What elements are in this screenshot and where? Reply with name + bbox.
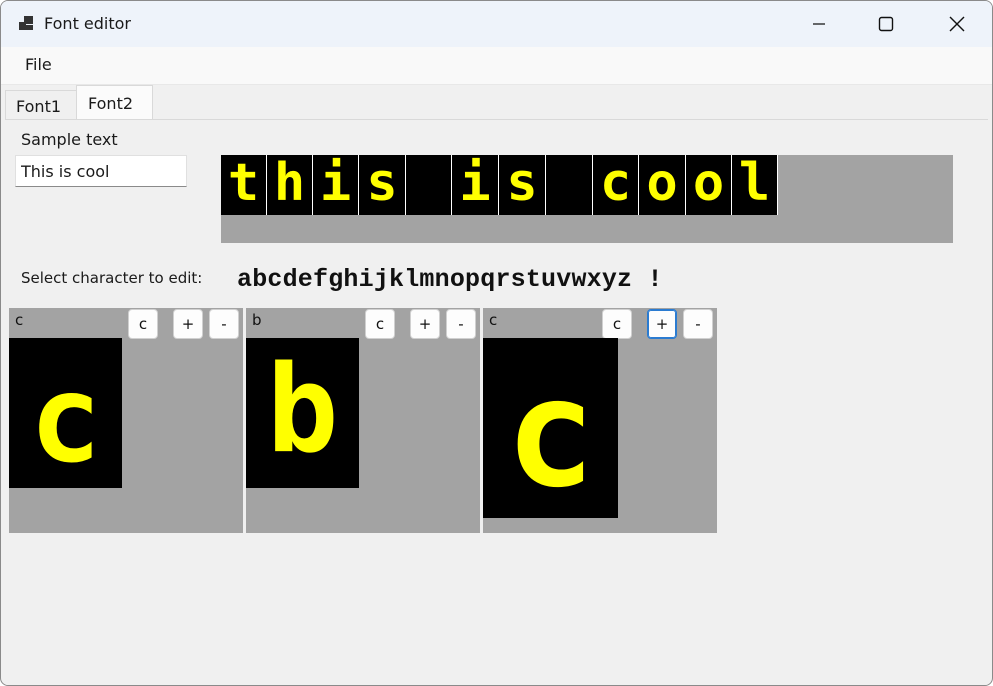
preview-char: t bbox=[221, 155, 267, 215]
close-icon bbox=[949, 16, 965, 32]
sample-preview: t h i s i s c o o l bbox=[221, 155, 953, 243]
tab-label: Font1 bbox=[16, 97, 62, 116]
decrease-size-button[interactable]: - bbox=[209, 309, 239, 339]
glyph-editor-panel: c c + - c bbox=[9, 308, 243, 533]
glyph-canvas[interactable]: b bbox=[246, 338, 359, 488]
tab-font2[interactable]: Font2 bbox=[76, 85, 153, 121]
preview-char: i bbox=[452, 155, 499, 215]
sample-text-input[interactable] bbox=[15, 155, 187, 187]
decrease-size-button[interactable]: - bbox=[446, 309, 476, 339]
clear-button[interactable]: c bbox=[365, 309, 395, 339]
decrease-size-button[interactable]: - bbox=[683, 309, 713, 339]
editor-char-label: c bbox=[15, 311, 24, 329]
glyph-editor-panel: b c + - b bbox=[246, 308, 480, 533]
clear-button[interactable]: c bbox=[128, 309, 158, 339]
preview-char bbox=[406, 155, 452, 215]
increase-size-button[interactable]: + bbox=[173, 309, 203, 339]
minimize-icon bbox=[813, 23, 825, 25]
menu-file[interactable]: File bbox=[17, 55, 60, 74]
window-title: Font editor bbox=[44, 14, 132, 33]
preview-char: l bbox=[732, 155, 778, 215]
tab-strip: Font1 Font2 bbox=[1, 85, 992, 121]
select-character-label: Select character to edit: bbox=[21, 269, 203, 287]
maximize-button[interactable] bbox=[851, 1, 921, 47]
glyph-canvas[interactable]: c bbox=[9, 338, 122, 488]
menu-bar: File bbox=[1, 47, 992, 85]
increase-size-button[interactable]: + bbox=[647, 309, 677, 339]
preview-char: h bbox=[267, 155, 313, 215]
tab-label: Font2 bbox=[88, 94, 134, 113]
minimize-button[interactable] bbox=[784, 1, 854, 47]
font-editor-window: Font editor File Font1 Font2 Sample text… bbox=[0, 0, 993, 686]
preview-char: o bbox=[639, 155, 686, 215]
editor-char-label: c bbox=[489, 311, 498, 329]
close-button[interactable] bbox=[922, 1, 992, 47]
editor-char-label: b bbox=[252, 311, 262, 329]
maximize-icon bbox=[878, 16, 894, 32]
title-bar: Font editor bbox=[1, 1, 992, 47]
preview-char: s bbox=[359, 155, 406, 215]
character-selector[interactable]: abcdefghijklmnopqrstuvwxyz ! bbox=[237, 265, 663, 294]
preview-char: i bbox=[313, 155, 359, 215]
glyph-editor-panel: c c + - c bbox=[483, 308, 717, 533]
preview-char bbox=[546, 155, 593, 215]
glyph-canvas[interactable]: c bbox=[483, 338, 618, 518]
tab-font1[interactable]: Font1 bbox=[5, 90, 77, 120]
app-window-icon bbox=[19, 16, 33, 30]
sample-text-label: Sample text bbox=[21, 130, 118, 149]
preview-char: o bbox=[686, 155, 732, 215]
preview-char: c bbox=[593, 155, 639, 215]
preview-char: s bbox=[499, 155, 546, 215]
increase-size-button[interactable]: + bbox=[410, 309, 440, 339]
clear-button[interactable]: c bbox=[602, 309, 632, 339]
